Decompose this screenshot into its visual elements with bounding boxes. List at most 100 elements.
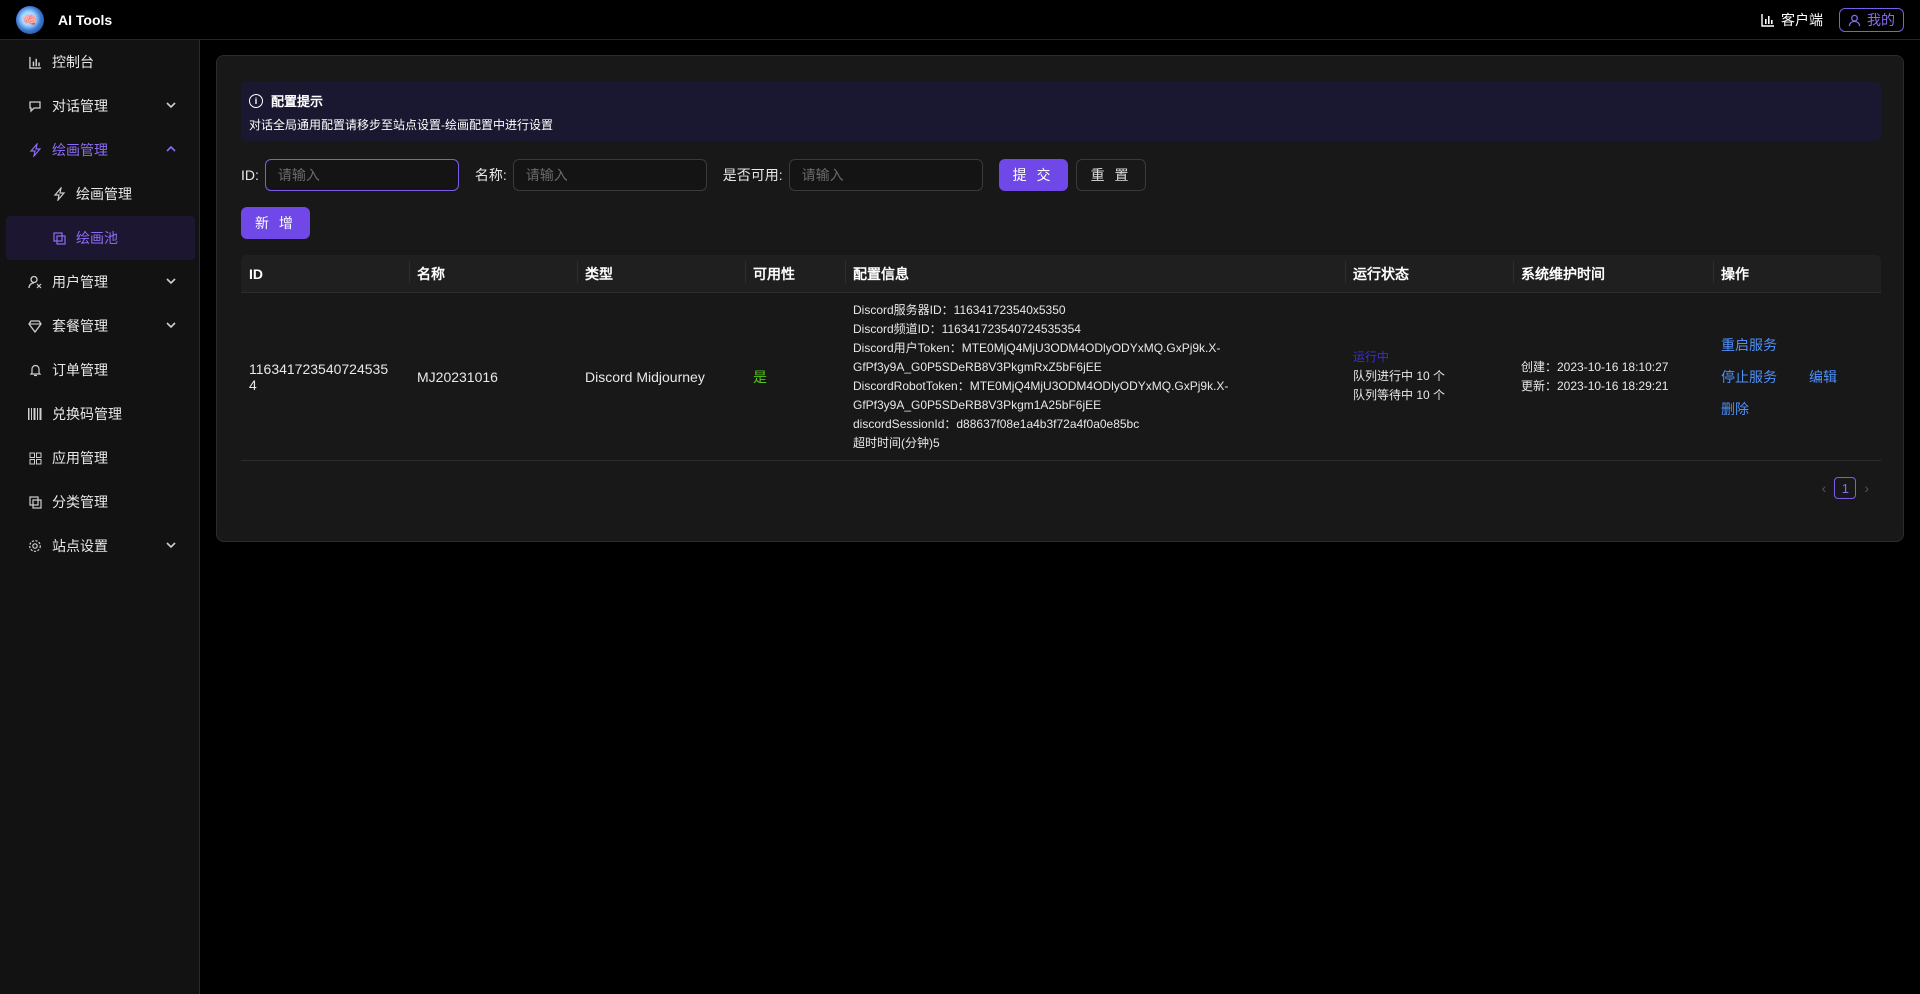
chart-icon xyxy=(28,55,42,69)
table-header: ID 名称 类型 可用性 配置信息 运行状态 系统维护时间 操作 xyxy=(241,255,1881,293)
config-line: Discord服务器ID：116341723540x5350 xyxy=(853,302,1066,317)
sidebar-item-order-management[interactable]: 订单管理 xyxy=(0,348,199,392)
sidebar-subitem-drawing-pool[interactable]: 绘画池 xyxy=(6,216,195,260)
sidebar-item-label: 绘画管理 xyxy=(76,186,132,202)
grid-icon xyxy=(28,451,42,465)
cell-maintenance-time: 创建：2023-10-16 18:10:27 更新：2023-10-16 18:… xyxy=(1513,358,1713,396)
delete-link[interactable]: 删除 xyxy=(1721,399,1809,419)
config-line: Discord用户Token：MTE0MjQ4MjU3ODM4ODlyODYxM… xyxy=(853,340,1221,355)
column-header-type: 类型 xyxy=(577,260,745,284)
bell-icon xyxy=(28,363,42,377)
column-header-availability: 可用性 xyxy=(745,260,845,284)
sidebar-item-user-management[interactable]: 用户管理 xyxy=(0,260,199,304)
sidebar-item-label: 兑换码管理 xyxy=(52,406,122,422)
info-icon: i xyxy=(249,93,263,108)
cell-id: 116341723540724535 4 xyxy=(241,361,409,393)
sidebar-item-label: 应用管理 xyxy=(52,450,108,466)
available-filter-input[interactable] xyxy=(788,159,983,191)
cell-status: 运行中 队列进行中 10 个 队列等待中 10 个 xyxy=(1345,348,1513,405)
sidebar: 控制台 对话管理 绘画管理 绘画管理 绘画池 用户管理 套餐管理 订单管理 兑换… xyxy=(0,40,200,994)
edit-link[interactable]: 编辑 xyxy=(1809,367,1869,387)
chat-icon xyxy=(28,99,42,113)
reset-button[interactable]: 重 置 xyxy=(1075,159,1147,191)
alert-description: 对话全局通用配置请移步至站点设置-绘画配置中进行设置 xyxy=(249,118,553,132)
updated-time: 更新：2023-10-16 18:29:21 xyxy=(1521,378,1669,393)
sidebar-item-label: 绘画池 xyxy=(76,230,118,246)
drawing-pool-table: ID 名称 类型 可用性 配置信息 运行状态 系统维护时间 操作 1163417… xyxy=(241,255,1881,461)
pagination: ‹ 1 › xyxy=(1822,477,1869,499)
sidebar-item-label: 订单管理 xyxy=(52,362,108,378)
bolt-icon xyxy=(52,187,66,201)
sidebar-item-site-settings[interactable]: 站点设置 xyxy=(0,524,199,568)
next-page-icon[interactable]: › xyxy=(1864,480,1869,496)
diamond-icon xyxy=(28,319,42,333)
main-card: i 配置提示 对话全局通用配置请移步至站点设置-绘画配置中进行设置 ID: 名称… xyxy=(216,55,1904,542)
sidebar-item-label: 绘画管理 xyxy=(52,142,108,158)
column-header-name: 名称 xyxy=(409,260,577,284)
top-bar: 🧠 AI Tools 客户端 我的 xyxy=(0,0,1920,40)
sidebar-item-label: 用户管理 xyxy=(52,274,108,290)
sidebar-item-category-management[interactable]: 分类管理 xyxy=(0,480,199,524)
column-header-id: ID xyxy=(249,265,263,282)
config-tip-alert: i 配置提示 对话全局通用配置请移步至站点设置-绘画配置中进行设置 xyxy=(241,81,1881,141)
cell-id-line: 4 xyxy=(249,376,257,393)
mine-button[interactable]: 我的 xyxy=(1839,8,1904,32)
stop-service-link[interactable]: 停止服务 xyxy=(1721,367,1809,387)
copy-icon xyxy=(28,495,42,509)
restart-service-link[interactable]: 重启服务 xyxy=(1721,335,1809,355)
sidebar-item-label: 控制台 xyxy=(52,54,94,70)
sidebar-item-dashboard[interactable]: 控制台 xyxy=(0,40,199,84)
id-filter-input[interactable] xyxy=(264,159,459,191)
cell-actions: 重启服务 停止服务 编辑 删除 xyxy=(1713,329,1881,425)
bar-chart-icon xyxy=(1761,14,1774,27)
sidebar-item-label: 对话管理 xyxy=(52,98,108,114)
cell-availability: 是 xyxy=(753,368,767,385)
barcode-icon xyxy=(28,407,42,421)
sidebar-subitem-drawing-management[interactable]: 绘画管理 xyxy=(0,172,199,216)
add-button[interactable]: 新 增 xyxy=(241,207,310,239)
bolt-icon xyxy=(28,143,42,157)
sidebar-item-label: 站点设置 xyxy=(52,538,108,554)
alert-title: 配置提示 xyxy=(271,94,324,109)
table-row: 116341723540724535 4 MJ20231016 Discord … xyxy=(241,293,1881,461)
chevron-down-icon xyxy=(166,542,176,549)
queue-waiting-text: 队列等待中 10 个 xyxy=(1353,388,1446,402)
page-number[interactable]: 1 xyxy=(1834,477,1857,499)
user-icon xyxy=(1848,14,1861,26)
column-header-config: 配置信息 xyxy=(845,260,1345,284)
client-link[interactable]: 客户端 xyxy=(1761,10,1823,30)
copy-icon xyxy=(52,231,66,245)
app-title: AI Tools xyxy=(58,11,113,28)
status-badge: 运行中 xyxy=(1353,350,1390,364)
app-logo[interactable]: 🧠 xyxy=(16,5,44,34)
config-line: 超时时间(分钟)5 xyxy=(853,435,940,450)
column-header-actions: 操作 xyxy=(1713,260,1881,284)
cell-id-line: 116341723540724535 xyxy=(249,360,389,377)
user-icon xyxy=(28,275,42,289)
cell-config: Discord服务器ID：116341723540x5350 Discord频道… xyxy=(845,301,1345,453)
chevron-down-icon xyxy=(166,102,176,109)
id-filter-label: ID: xyxy=(241,167,259,183)
available-filter-label: 是否可用: xyxy=(722,167,783,183)
config-line: Discord频道ID：116341723540724535354 xyxy=(853,321,1081,336)
sidebar-item-chat-management[interactable]: 对话管理 xyxy=(0,84,199,128)
sidebar-item-package-management[interactable]: 套餐管理 xyxy=(0,304,199,348)
config-line: discordSessionId：d88637f08e1a4b3f72a4f0a… xyxy=(853,416,1140,431)
cell-type: Discord Midjourney xyxy=(585,368,705,385)
client-label: 客户端 xyxy=(1781,12,1823,28)
sidebar-item-redeem-code-management[interactable]: 兑换码管理 xyxy=(0,392,199,436)
chevron-down-icon xyxy=(166,322,176,329)
config-line: DiscordRobotToken：MTE0MjQ4MjU3ODM4ODlyOD… xyxy=(853,378,1229,393)
prev-page-icon[interactable]: ‹ xyxy=(1822,480,1827,496)
config-line: GfPf3y9A_G0P5SDeRB8V3PkgmRxZ5bF6jEE xyxy=(853,359,1102,374)
submit-button[interactable]: 提 交 xyxy=(998,159,1068,191)
mine-label: 我的 xyxy=(1867,12,1895,28)
gear-icon xyxy=(28,539,42,553)
chevron-down-icon xyxy=(166,278,176,285)
sidebar-item-app-management[interactable]: 应用管理 xyxy=(0,436,199,480)
sidebar-item-drawing-management[interactable]: 绘画管理 xyxy=(0,128,199,172)
chevron-up-icon xyxy=(166,145,176,152)
column-header-status: 运行状态 xyxy=(1345,260,1513,284)
filter-form: ID: 名称: 是否可用: 提 交 重 置 xyxy=(241,159,1147,191)
name-filter-input[interactable] xyxy=(512,159,707,191)
